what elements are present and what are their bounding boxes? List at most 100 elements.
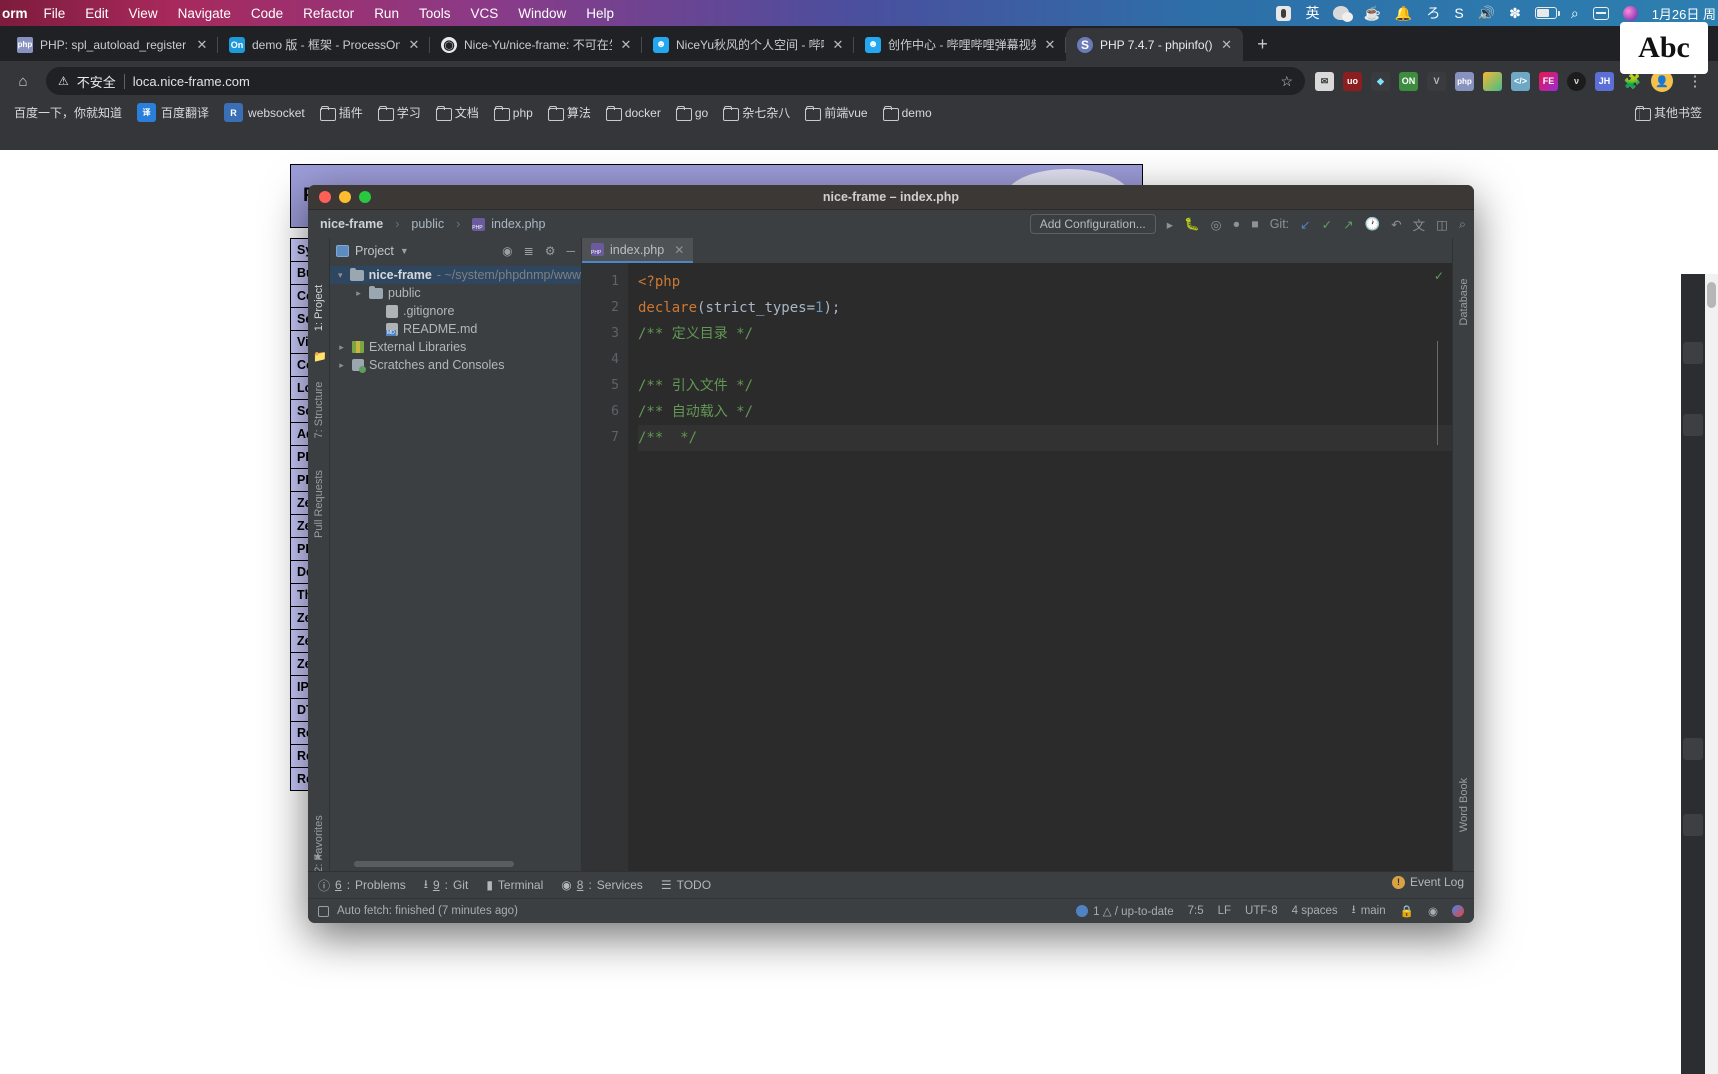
star-icon[interactable]: ☆: [1280, 73, 1293, 90]
tree-node[interactable]: ▸ External Libraries: [330, 338, 581, 356]
minimize-icon[interactable]: ─: [566, 244, 575, 258]
tab-close-icon[interactable]: ✕: [619, 37, 633, 53]
debug-icon[interactable]: 🐛: [1184, 217, 1200, 232]
code-editor[interactable]: 1 2 3 4 5 6 7 <?php declare(strict_types=1); /**…: [582, 263, 1452, 871]
bookmark-suanfa[interactable]: 算法: [542, 102, 597, 123]
code-ext-icon[interactable]: </>: [1511, 71, 1530, 91]
chevron-right-icon[interactable]: ▸: [336, 342, 347, 353]
diamond-ext-icon[interactable]: ◆: [1371, 71, 1390, 91]
sidebar-item-word-book[interactable]: Word Book: [1458, 766, 1470, 844]
php-ext-icon[interactable]: php: [1455, 71, 1474, 91]
new-tab-button[interactable]: +: [1249, 30, 1277, 58]
menu-bar-clock[interactable]: 1月26日 周: [1652, 4, 1716, 23]
bookmark-fanyi[interactable]: 译 百度翻译: [131, 101, 215, 124]
breadcrumb-folder[interactable]: public: [411, 217, 444, 231]
bell-icon[interactable]: 🔔: [1395, 6, 1412, 20]
address-bar[interactable]: ⚠ 不安全 loca.nice-frame.com ☆: [46, 67, 1305, 95]
home-icon[interactable]: ⌂: [10, 68, 36, 94]
run-icon[interactable]: ▸: [1167, 217, 1173, 232]
stop-icon[interactable]: ■: [1251, 217, 1259, 231]
spotlight-search-icon[interactable]: ⌕: [1571, 6, 1579, 20]
tree-node[interactable]: ▾ nice-frame - ~/system/phpdnmp/www: [330, 266, 581, 284]
inspection-level-icon[interactable]: ◉: [1428, 904, 1438, 918]
tool-window-todo[interactable]: ☰ TODO: [661, 878, 711, 892]
vcs-status[interactable]: 1 △ / up-to-date: [1076, 904, 1174, 918]
menu-item-file[interactable]: File: [44, 6, 66, 21]
breadcrumb-project[interactable]: nice-frame: [320, 217, 383, 231]
tab-close-icon[interactable]: ✕: [195, 37, 209, 53]
profile-icon[interactable]: ●: [1233, 217, 1241, 231]
bookmark-wendang[interactable]: 文档: [430, 102, 485, 123]
menu-item-navigate[interactable]: Navigate: [178, 6, 231, 21]
sidebar-item-structure[interactable]: 7: Structure: [313, 381, 325, 439]
add-configuration-button[interactable]: Add Configuration...: [1029, 214, 1156, 234]
mail-ext-icon[interactable]: ✉: [1315, 71, 1334, 91]
ublock-ext-icon[interactable]: uo: [1343, 71, 1362, 91]
tab-close-icon[interactable]: ✕: [1043, 37, 1057, 53]
tool-window-git[interactable]: ⭳ 9: Git: [424, 875, 469, 896]
tool-window-problems[interactable]: ⓘ 6: Problems: [318, 877, 406, 894]
caret-position[interactable]: 7:5: [1188, 905, 1204, 917]
input-method-icon[interactable]: 英: [1305, 6, 1319, 20]
bookmark-docker[interactable]: docker: [600, 104, 667, 122]
menu-item-run[interactable]: Run: [374, 6, 399, 21]
search-icon[interactable]: ⌕: [1459, 217, 1466, 232]
code-content[interactable]: <?php declare(strict_types=1); /** 定义目录 */…: [628, 263, 1452, 871]
tab-close-icon[interactable]: ✕: [1220, 37, 1234, 53]
bookmark-php[interactable]: php: [488, 104, 539, 122]
event-log-button[interactable]: ! Event Log: [1391, 875, 1464, 889]
editor-tab-close-icon[interactable]: ✕: [674, 243, 684, 257]
coverage-icon[interactable]: ◎: [1211, 217, 1222, 232]
menu-item-edit[interactable]: Edit: [85, 6, 108, 21]
control-center-icon[interactable]: [1592, 6, 1609, 20]
bluetooth-icon[interactable]: ✽: [1509, 6, 1521, 20]
browser-tab-2[interactable]: ◉ Nice-Yu/nice-frame: 不可在生产 ✕: [430, 28, 642, 61]
bookmark-baidu[interactable]: 百度一下，你就知道: [8, 102, 128, 123]
bookmark-xuexi[interactable]: 学习: [372, 102, 427, 123]
sidebar-item-project[interactable]: 1: Project: [313, 279, 325, 337]
capsule-icon[interactable]: [1276, 5, 1292, 21]
bookmark-qianduanvue[interactable]: 前端vue: [799, 102, 873, 123]
tree-node[interactable]: .gitignore: [330, 302, 581, 320]
line-separator[interactable]: LF: [1218, 905, 1231, 917]
cleaner-icon[interactable]: ☕: [1363, 6, 1380, 20]
project-panel-title[interactable]: Project: [355, 244, 394, 258]
inspection-ok-icon[interactable]: ✓: [1434, 269, 1444, 283]
chevron-down-icon[interactable]: ▾: [336, 270, 345, 281]
jh-ext-icon[interactable]: JH: [1595, 71, 1614, 91]
rail-item[interactable]: [1683, 414, 1703, 436]
snipaste-icon[interactable]: ろ: [1426, 6, 1440, 20]
tool-window-terminal[interactable]: ▮ Terminal: [486, 878, 543, 892]
rail-item[interactable]: [1683, 342, 1703, 364]
scrollbar-thumb[interactable]: [1707, 282, 1716, 308]
volume-icon[interactable]: 🔊: [1478, 6, 1495, 20]
menu-app-name[interactable]: orm: [2, 6, 28, 21]
tree-node[interactable]: ▸ public: [330, 284, 581, 302]
tab-close-icon[interactable]: ✕: [831, 37, 845, 53]
sidebar-item-database[interactable]: Database: [1458, 266, 1470, 338]
rail-item[interactable]: [1683, 814, 1703, 836]
menu-item-code[interactable]: Code: [251, 6, 283, 21]
collapse-all-icon[interactable]: ≣: [524, 244, 534, 258]
history-icon[interactable]: 🕐: [1365, 217, 1381, 232]
file-encoding[interactable]: UTF-8: [1245, 905, 1278, 917]
tree-node[interactable]: README.md: [330, 320, 581, 338]
bookmark-demo[interactable]: demo: [877, 104, 938, 122]
gear-icon[interactable]: ⚙: [545, 244, 556, 258]
chevron-right-icon[interactable]: ▸: [353, 288, 364, 299]
fe-ext-icon[interactable]: FE: [1539, 71, 1558, 91]
browser-tab-0[interactable]: php PHP: spl_autoload_register - M ✕: [6, 28, 218, 61]
puzzle-ext-icon[interactable]: 🧩: [1623, 72, 1642, 91]
browser-tab-5[interactable]: S PHP 7.4.7 - phpinfo() ✕: [1066, 28, 1243, 61]
browser-tab-4[interactable]: ☻ 创作中心 - 哔哩哔哩弹幕视频网 ✕: [854, 28, 1066, 61]
sidebar-item-favorites[interactable]: 2: Favorites: [313, 807, 325, 881]
commit-icon[interactable]: ✓: [1322, 217, 1332, 232]
sogou-icon[interactable]: S: [1454, 6, 1463, 20]
bookmark-zaqizaba[interactable]: 杂七杂八: [717, 102, 796, 123]
sidebar-item-pull-requests[interactable]: Pull Requests: [313, 461, 325, 547]
inspection-icon[interactable]: [318, 905, 329, 917]
page-scrollbar[interactable]: [1705, 274, 1718, 1074]
menu-item-view[interactable]: View: [129, 6, 158, 21]
menu-item-window[interactable]: Window: [518, 6, 566, 21]
translate-icon[interactable]: 文: [1413, 215, 1426, 234]
